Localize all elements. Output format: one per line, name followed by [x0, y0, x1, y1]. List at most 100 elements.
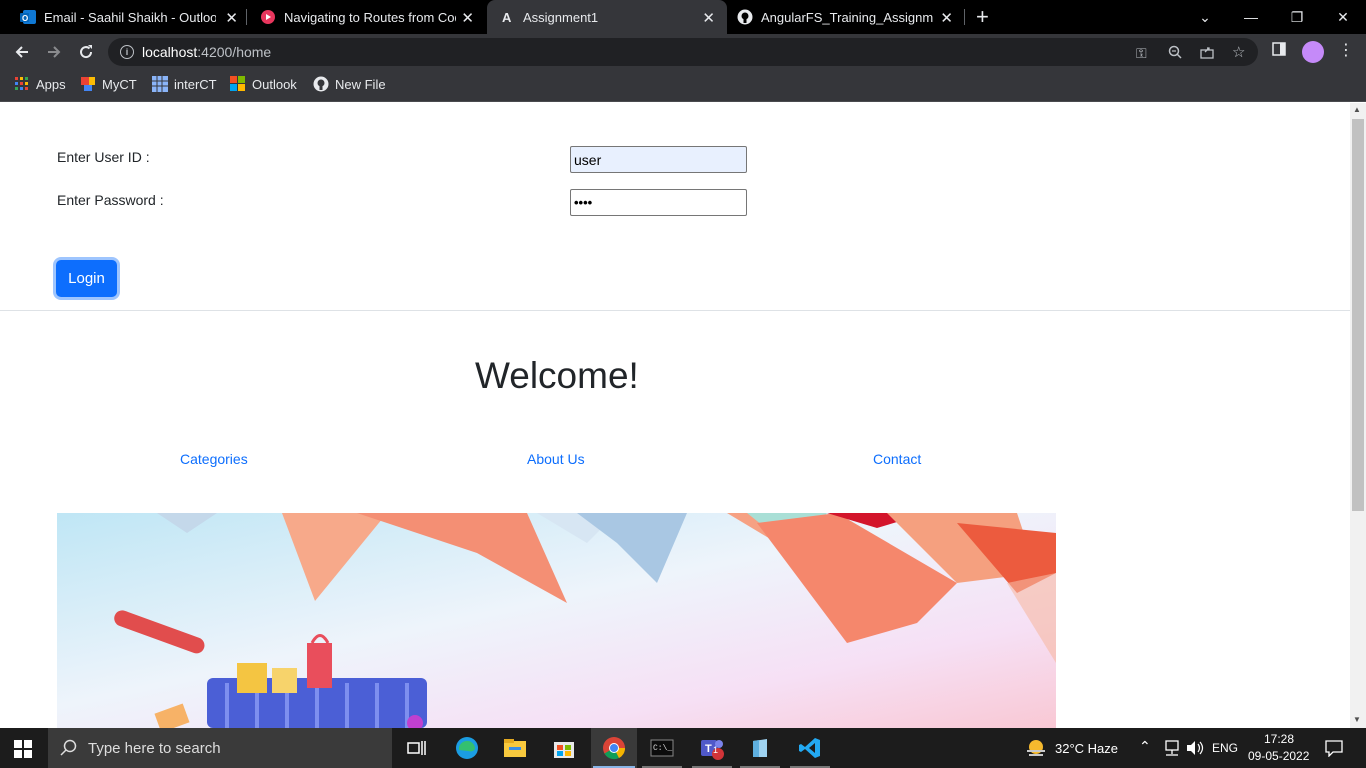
teams-badge: 1: [713, 745, 719, 755]
site-info-icon[interactable]: i: [120, 45, 134, 59]
bookmark-new-file[interactable]: New File: [313, 76, 386, 92]
windows-taskbar: Type here to search C:\_ T 1 32°C Haze ⌃…: [0, 728, 1366, 768]
url-host: localhost: [142, 44, 198, 60]
search-placeholder: Type here to search: [88, 739, 221, 757]
bookmark-label: Apps: [36, 76, 66, 92]
star-icon[interactable]: ☆: [1232, 43, 1245, 61]
user-id-input[interactable]: [570, 146, 747, 173]
tab-strip: O Email - Saahil Shaikh - Outlook ✕ Navi…: [0, 0, 1366, 34]
password-label: Enter Password :: [57, 192, 164, 208]
github-icon: [313, 76, 329, 92]
page-scrollbar[interactable]: ▲ ▼: [1350, 103, 1366, 728]
windows-start-icon[interactable]: [14, 740, 32, 758]
share-icon[interactable]: [1200, 45, 1214, 62]
svg-text:O: O: [22, 14, 28, 23]
password-input[interactable]: ••••: [570, 189, 747, 216]
search-icon: [60, 739, 77, 756]
scroll-up-arrow-icon[interactable]: ▲: [1353, 105, 1361, 114]
svg-text:A: A: [502, 10, 512, 25]
myct-icon: [81, 77, 95, 91]
microsoft-icon: [230, 76, 245, 91]
bookmark-interct[interactable]: interCT: [152, 76, 217, 92]
svg-text:T: T: [705, 743, 712, 755]
divider: [0, 310, 1350, 311]
file-explorer-icon[interactable]: [501, 734, 529, 762]
page-content: Enter User ID : Enter Password : •••• Lo…: [0, 103, 1350, 728]
address-bar[interactable]: i localhost:4200/home ⚿ ☆: [108, 38, 1258, 66]
shopping-banner-image: [57, 513, 1056, 728]
tab-outlook[interactable]: O Email - Saahil Shaikh - Outlook ✕: [0, 0, 250, 34]
tab-assignment1[interactable]: A Assignment1 ✕: [487, 0, 727, 34]
outlook-icon: O: [20, 10, 36, 24]
bookmark-apps[interactable]: Apps: [14, 76, 66, 92]
avatar[interactable]: [1302, 41, 1324, 63]
bookmark-outlook[interactable]: Outlook: [230, 76, 297, 92]
language-indicator[interactable]: ENG: [1212, 741, 1238, 755]
new-tab-button[interactable]: +: [976, 4, 989, 30]
restore-button[interactable]: ❐: [1274, 0, 1320, 34]
chevron-up-icon[interactable]: ⌃: [1139, 738, 1151, 755]
more-menu-icon[interactable]: ⋮: [1338, 40, 1354, 60]
vscode-icon[interactable]: [796, 734, 824, 762]
taskbar-search[interactable]: Type here to search: [48, 728, 392, 768]
minimize-button[interactable]: —: [1228, 0, 1274, 34]
close-icon[interactable]: ✕: [461, 9, 474, 27]
tab-title: AngularFS_Training_Assignments: [761, 9, 933, 25]
tab-title: Navigating to Routes from Code: [284, 9, 456, 25]
tab-github[interactable]: AngularFS_Training_Assignments ✕: [727, 0, 965, 34]
tab-search-icon[interactable]: ⌄: [1182, 0, 1228, 34]
angular-icon: A: [502, 10, 512, 25]
scroll-down-arrow-icon[interactable]: ▼: [1353, 715, 1361, 724]
bookmark-label: New File: [335, 76, 386, 92]
notification-icon[interactable]: [1325, 739, 1343, 757]
nav-link-contact[interactable]: Contact: [873, 451, 921, 467]
tab-title: Assignment1: [523, 9, 599, 25]
key-icon[interactable]: ⚿: [1136, 45, 1147, 62]
network-icon[interactable]: [1163, 740, 1181, 756]
chrome-icon[interactable]: [600, 734, 628, 762]
login-button[interactable]: Login: [56, 260, 117, 297]
reload-button[interactable]: [74, 40, 98, 64]
bookmark-label: MyCT: [102, 76, 137, 92]
arrow-left-icon: [15, 46, 28, 58]
bookmark-label: interCT: [174, 76, 217, 92]
volume-icon[interactable]: [1186, 740, 1204, 756]
reload-icon: [80, 45, 93, 59]
svg-text:C:\_: C:\_: [653, 744, 672, 753]
store-icon[interactable]: [550, 734, 578, 762]
edge-icon[interactable]: [453, 734, 481, 762]
page-title: Welcome!: [475, 355, 639, 396]
video-icon: [261, 10, 275, 24]
github-icon: [737, 9, 753, 25]
weather-text[interactable]: 32°C Haze: [1055, 741, 1118, 756]
close-window-button[interactable]: ✕: [1320, 0, 1366, 34]
url-text: localhost:4200/home: [142, 44, 271, 60]
terminal-icon[interactable]: C:\_: [648, 734, 676, 762]
tab-title: Email - Saahil Shaikh - Outlook: [44, 9, 216, 25]
close-icon[interactable]: ✕: [225, 9, 238, 27]
bookmark-myct[interactable]: MyCT: [80, 76, 137, 92]
url-path: :4200/home: [197, 44, 272, 60]
forward-button[interactable]: [42, 40, 66, 64]
nav-link-categories[interactable]: Categories: [180, 451, 248, 467]
close-icon[interactable]: ✕: [940, 9, 953, 27]
bookmarks-bar: Apps MyCT interCT Outlook New File: [0, 70, 1366, 102]
weather-haze-icon[interactable]: [1025, 738, 1047, 758]
back-button[interactable]: [10, 40, 34, 64]
side-panel-icon[interactable]: [1272, 42, 1286, 60]
browser-toolbar: i localhost:4200/home ⚿ ☆ ⋮: [0, 34, 1366, 70]
zoom-icon[interactable]: [1168, 45, 1182, 62]
close-icon[interactable]: ✕: [702, 9, 715, 27]
user-id-label: Enter User ID :: [57, 149, 150, 165]
clock-date[interactable]: 09-05-2022: [1248, 749, 1309, 763]
task-view-icon[interactable]: [403, 734, 431, 762]
notepad-icon[interactable]: [746, 734, 774, 762]
tab-video[interactable]: Navigating to Routes from Code ✕: [250, 0, 486, 34]
arrow-right-icon: [48, 46, 61, 58]
tab-separator: [964, 9, 965, 25]
scroll-thumb[interactable]: [1352, 119, 1364, 511]
clock-time[interactable]: 17:28: [1264, 732, 1294, 746]
teams-icon[interactable]: T 1: [698, 734, 726, 762]
bookmark-label: Outlook: [252, 76, 297, 92]
nav-link-about-us[interactable]: About Us: [527, 451, 585, 467]
